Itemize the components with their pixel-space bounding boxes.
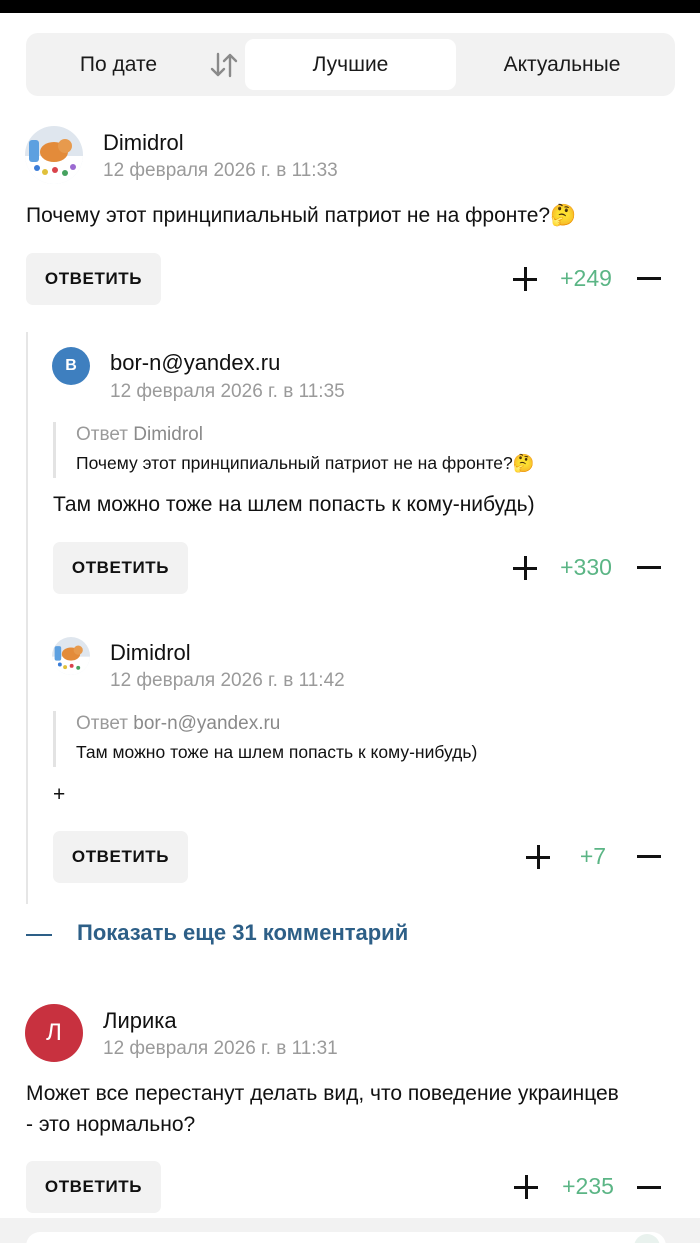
comment-score: +7 bbox=[579, 843, 607, 869]
quote-header: Ответ Dimidrol bbox=[76, 422, 535, 448]
comment-author[interactable]: Dimidrol bbox=[110, 640, 191, 666]
upvote-icon[interactable] bbox=[514, 1175, 538, 1199]
sort-bar: По дате Лучшие Актуальные bbox=[26, 33, 675, 96]
avatar[interactable]: Л bbox=[25, 1004, 83, 1062]
upvote-icon[interactable] bbox=[526, 845, 550, 869]
reply-button[interactable]: ОТВЕТИТЬ bbox=[26, 253, 161, 305]
avatar[interactable]: B bbox=[52, 347, 90, 385]
quote-header: Ответ bor-n@yandex.ru bbox=[76, 711, 477, 737]
status-bar bbox=[0, 0, 700, 13]
downvote-icon[interactable] bbox=[637, 277, 661, 280]
quote-author[interactable]: Dimidrol bbox=[133, 424, 203, 445]
comment-input-bar bbox=[0, 1218, 700, 1243]
avatar-image bbox=[25, 126, 83, 184]
comment-author[interactable]: Лирика bbox=[103, 1008, 177, 1034]
comment-score: +235 bbox=[562, 1173, 614, 1199]
comment-text-line: - это нормально? bbox=[26, 1113, 196, 1136]
reply-quote: Ответ Dimidrol Почему этот принципиальны… bbox=[53, 422, 535, 478]
quote-prefix: Ответ bbox=[76, 713, 128, 734]
quote-author[interactable]: bor-n@yandex.ru bbox=[133, 713, 280, 734]
quote-prefix: Ответ bbox=[76, 424, 128, 445]
sort-order-icon[interactable] bbox=[209, 51, 239, 79]
comment-author[interactable]: bor-n@yandex.ru bbox=[110, 350, 280, 376]
sort-best-tab[interactable]: Лучшие bbox=[245, 39, 456, 90]
sort-by-date-tab[interactable]: По дате bbox=[46, 39, 191, 90]
upvote-icon[interactable] bbox=[513, 267, 537, 291]
reply-quote: Ответ bor-n@yandex.ru Там можно тоже на … bbox=[53, 711, 477, 767]
comment-text: Почему этот принципиальный патриот не на… bbox=[26, 204, 577, 227]
show-more-label[interactable]: Показать еще 31 комментарий bbox=[77, 920, 408, 946]
comment-date: 12 февраля 2026 г. в 11:35 bbox=[110, 381, 345, 402]
downvote-icon[interactable] bbox=[637, 855, 661, 858]
avatar[interactable] bbox=[25, 126, 83, 184]
comment-score: +330 bbox=[560, 554, 612, 580]
comment-date: 12 февраля 2026 г. в 11:42 bbox=[110, 670, 345, 691]
comment-date: 12 февраля 2026 г. в 11:33 bbox=[103, 160, 338, 181]
thread-line bbox=[26, 332, 28, 904]
comment-author[interactable]: Dimidrol bbox=[103, 130, 184, 156]
comment-score: +249 bbox=[560, 265, 612, 291]
comment-text: + bbox=[53, 783, 66, 806]
avatar-image bbox=[52, 637, 90, 675]
downvote-icon[interactable] bbox=[637, 1186, 661, 1189]
upvote-icon[interactable] bbox=[513, 556, 537, 580]
quote-text: Почему этот принципиальный патриот не на… bbox=[76, 453, 535, 473]
avatar[interactable] bbox=[52, 637, 90, 675]
comment-text-line: Может все перестанут делать вид, что пов… bbox=[26, 1082, 619, 1105]
comment-text: Может все перестанут делать вид, что пов… bbox=[26, 1078, 619, 1140]
comment-input[interactable] bbox=[26, 1232, 666, 1243]
comment-date: 12 февраля 2026 г. в 11:31 bbox=[103, 1038, 338, 1059]
reply-button[interactable]: ОТВЕТИТЬ bbox=[53, 831, 188, 883]
comment-text: Там можно тоже на шлем попасть к кому-ни… bbox=[53, 493, 535, 516]
downvote-icon[interactable] bbox=[637, 566, 661, 569]
sort-actual-tab[interactable]: Актуальные bbox=[472, 39, 652, 90]
reply-button[interactable]: ОТВЕТИТЬ bbox=[53, 542, 188, 594]
quote-text: Там можно тоже на шлем попасть к кому-ни… bbox=[76, 742, 478, 762]
reply-button[interactable]: ОТВЕТИТЬ bbox=[26, 1161, 161, 1213]
collapse-dash-icon bbox=[26, 934, 52, 936]
